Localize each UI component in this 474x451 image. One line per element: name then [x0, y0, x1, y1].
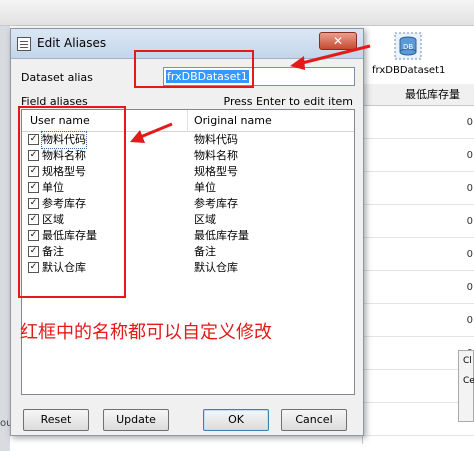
background-grid-cell: 0 — [363, 304, 474, 337]
background-grid-cell: 0 — [363, 271, 474, 304]
background-popup-text: Ce — [463, 376, 474, 386]
form-icon — [17, 37, 31, 51]
database-component-icon: DB — [394, 32, 422, 60]
reset-button[interactable]: Reset — [23, 409, 89, 431]
original-name-cell: 备注 — [194, 245, 216, 258]
close-button[interactable]: ✕ — [319, 32, 357, 50]
background-toolbar — [0, 0, 474, 26]
original-name-cell: 单位 — [194, 181, 216, 194]
original-name-cell: 物料代码 — [194, 133, 238, 146]
original-name-cell: 默认仓库 — [194, 261, 238, 274]
cancel-button[interactable]: Cancel — [281, 409, 347, 431]
ok-button[interactable]: OK — [203, 409, 269, 431]
update-button[interactable]: Update — [103, 409, 169, 431]
annotation-caption: 红框中的名称都可以自定义修改 — [20, 322, 272, 343]
edit-hint: Press Enter to edit item — [223, 95, 353, 108]
original-name-cell: 参考库存 — [194, 197, 238, 210]
background-popup-text: Cl — [463, 356, 472, 366]
background-grid-cell: 0 — [363, 106, 474, 139]
close-icon: ✕ — [332, 34, 344, 48]
original-name-cell: 最低库存量 — [194, 229, 249, 242]
original-name-cell: 规格型号 — [194, 165, 238, 178]
dialog-title: Edit Aliases — [37, 36, 107, 50]
background-popup-fragment: Cl Ce — [458, 350, 474, 422]
original-name-cell: 区域 — [194, 213, 216, 226]
annotation-box-alias — [134, 50, 254, 88]
column-header-original-name[interactable]: Original name — [194, 114, 272, 127]
background-grid-header: 最低库存量 — [363, 84, 474, 106]
background-left-strip — [0, 26, 10, 451]
annotation-box-list — [18, 106, 126, 298]
original-name-cell: 物料名称 — [194, 149, 238, 162]
background-grid-cell: 0 — [363, 205, 474, 238]
dataset-component-name: frxDBDataset1 — [372, 65, 446, 76]
dataset-alias-label: Dataset alias — [21, 71, 93, 84]
column-divider[interactable] — [187, 110, 188, 132]
dataset-component[interactable]: DB frxDBDataset1 — [372, 30, 446, 80]
background-grid-cell: 0 — [363, 139, 474, 172]
background-grid-cell: 0 — [363, 238, 474, 271]
background-grid-cell: 0 — [363, 172, 474, 205]
svg-text:DB: DB — [403, 43, 413, 51]
